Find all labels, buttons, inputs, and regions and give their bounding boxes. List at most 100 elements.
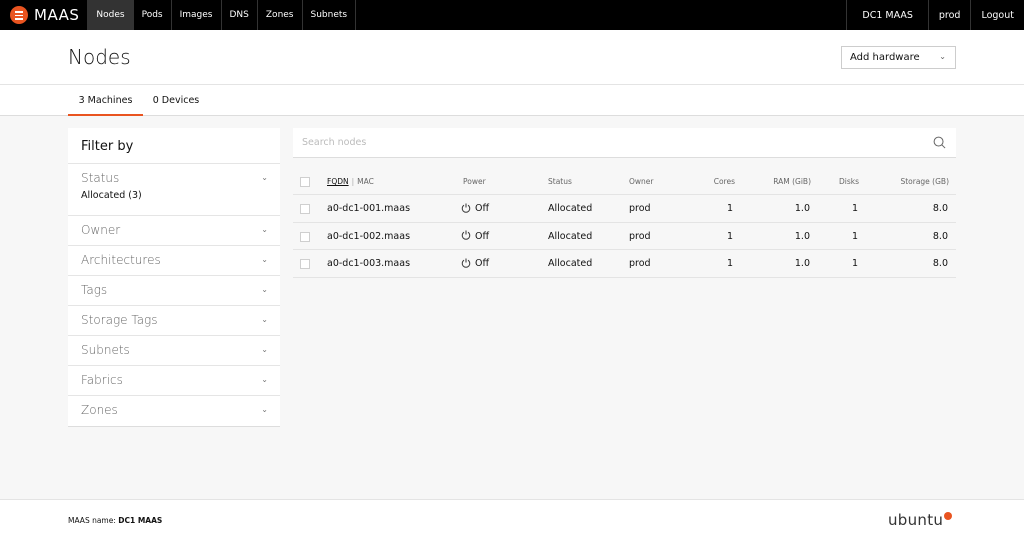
top-nav: MAAS Nodes Pods Images DNS Zones Subnets… (0, 0, 1024, 30)
filter-section-status[interactable]: Status Allocated (3) ⌄ (68, 164, 280, 216)
header-status[interactable]: Status (548, 168, 572, 195)
node-fqdn-link[interactable]: a0-dc1-003.maas (327, 250, 410, 277)
filter-panel: Filter by Status Allocated (3) ⌄ Owner ⌄… (68, 128, 280, 427)
region-name[interactable]: DC1 MAAS (846, 0, 928, 30)
node-fqdn-link[interactable]: a0-dc1-002.maas (327, 223, 410, 250)
header-ram[interactable]: RAM (GiB) (751, 168, 811, 195)
add-hardware-label: Add hardware (850, 52, 920, 63)
maas-logo[interactable]: MAAS (0, 0, 87, 30)
disks-cell: 1 (851, 203, 858, 214)
select-all-checkbox[interactable] (300, 177, 310, 187)
filter-section-label: Fabrics (81, 373, 123, 387)
filter-section-subnets[interactable]: Subnets ⌄ (68, 336, 280, 366)
nav-pods[interactable]: Pods (132, 0, 171, 30)
owner-cell: prod (629, 203, 651, 214)
tab-devices[interactable]: 0 Devices (150, 85, 202, 116)
header-owner[interactable]: Owner (629, 168, 654, 195)
brand-name: MAAS (34, 6, 80, 24)
ubuntu-logo-icon: ubuntu (888, 511, 953, 529)
page-footer: MAAS name: DC1 MAAS ubuntu (0, 499, 1024, 538)
power-state[interactable]: Off (461, 250, 489, 277)
filter-option-allocated[interactable]: Allocated (3) (81, 190, 280, 201)
chevron-down-icon: ⌄ (261, 315, 268, 324)
filter-section-zones[interactable]: Zones ⌄ (68, 396, 280, 426)
filter-section-label: Owner (81, 223, 121, 237)
filter-section-tags[interactable]: Tags ⌄ (68, 276, 280, 306)
chevron-down-icon: ⌄ (261, 345, 268, 354)
storage-cell: 8.0 (932, 230, 948, 242)
ram-cell: 1.0 (794, 203, 810, 214)
filter-section-label: Architectures (81, 253, 161, 267)
maas-name-label: MAAS name: (68, 516, 116, 525)
nav-subnets[interactable]: Subnets (301, 0, 357, 30)
circle-of-friends-icon (944, 512, 953, 520)
chevron-down-icon: ⌄ (261, 285, 268, 294)
owner-cell: prod (629, 230, 651, 242)
nav-dns[interactable]: DNS (220, 0, 257, 30)
table-row[interactable]: a0-dc1-001.maas Off Allocated prod 1 1.0… (293, 195, 956, 223)
filter-section-fabrics[interactable]: Fabrics ⌄ (68, 366, 280, 396)
chevron-down-icon: ⌄ (261, 255, 268, 264)
add-hardware-dropdown[interactable]: Add hardware ⌄ (841, 46, 956, 69)
power-label: Off (475, 258, 490, 269)
maas-logo-icon (10, 6, 28, 24)
table-row[interactable]: a0-dc1-003.maas Off Allocated prod 1 1.0… (293, 250, 956, 278)
storage-cell: 8.0 (932, 203, 948, 214)
power-icon (461, 258, 471, 268)
header-cores[interactable]: Cores (695, 168, 735, 195)
header-storage[interactable]: Storage (GB) (873, 168, 949, 195)
power-icon (461, 230, 471, 240)
search-bar (293, 128, 956, 158)
filter-section-label: Zones (81, 403, 118, 417)
filter-section-label: Subnets (81, 343, 130, 357)
row-checkbox[interactable] (300, 204, 310, 214)
table-row[interactable]: a0-dc1-002.maas Off Allocated prod 1 1.0… (293, 223, 956, 250)
node-tabs: 3 Machines 0 Devices (0, 85, 1024, 116)
nodes-table: FQDN | MAC Power Status Owner Cores RAM (G… (293, 168, 956, 278)
filter-section-storage-tags[interactable]: Storage Tags ⌄ (68, 306, 280, 336)
header-separator: | (351, 177, 355, 186)
search-input[interactable] (293, 128, 893, 156)
ram-cell: 1.0 (794, 258, 810, 269)
header-power[interactable]: Power (463, 168, 486, 195)
logout-link[interactable]: Logout (970, 0, 1024, 30)
power-label: Off (475, 203, 490, 214)
power-state[interactable]: Off (461, 195, 489, 222)
chevron-down-icon: ⌄ (939, 52, 946, 61)
tab-machines[interactable]: 3 Machines (68, 85, 143, 116)
filter-section-architectures[interactable]: Architectures ⌄ (68, 246, 280, 276)
cores-cell: 1 (726, 230, 733, 242)
chevron-down-icon: ⌄ (261, 173, 268, 182)
storage-cell: 8.0 (932, 258, 948, 269)
cores-cell: 1 (726, 258, 733, 269)
sort-mac[interactable]: MAC (357, 177, 374, 186)
maas-name-value: DC1 MAAS (118, 516, 163, 525)
nav-nodes[interactable]: Nodes (87, 0, 133, 30)
chevron-down-icon: ⌄ (261, 375, 268, 384)
maas-name-info: MAAS name: DC1 MAAS (68, 516, 162, 525)
disks-cell: 1 (851, 230, 858, 242)
header-disks[interactable]: Disks (821, 168, 859, 195)
power-state[interactable]: Off (461, 223, 489, 250)
disks-cell: 1 (851, 258, 858, 269)
ram-cell: 1.0 (794, 230, 810, 242)
nav-zones[interactable]: Zones (256, 0, 302, 30)
status-cell: Allocated (548, 230, 593, 242)
ubuntu-logo-text: ubuntu (888, 511, 944, 529)
power-icon (461, 203, 471, 213)
node-fqdn-link[interactable]: a0-dc1-001.maas (327, 195, 410, 222)
nav-images[interactable]: Images (170, 0, 221, 30)
user-menu[interactable]: prod (927, 0, 971, 30)
search-icon[interactable] (933, 136, 946, 149)
row-checkbox[interactable] (300, 231, 310, 242)
power-label: Off (475, 230, 490, 242)
filter-section-label: Status (81, 171, 120, 185)
sort-fqdn[interactable]: FQDN (327, 177, 349, 186)
owner-cell: prod (629, 258, 651, 269)
page-header: Nodes Add hardware ⌄ (0, 30, 1024, 85)
row-checkbox[interactable] (300, 259, 310, 269)
cores-cell: 1 (726, 203, 733, 214)
filter-title: Filter by (68, 128, 280, 164)
table-header: FQDN | MAC Power Status Owner Cores RAM (G… (293, 168, 956, 195)
filter-section-owner[interactable]: Owner ⌄ (68, 216, 280, 246)
